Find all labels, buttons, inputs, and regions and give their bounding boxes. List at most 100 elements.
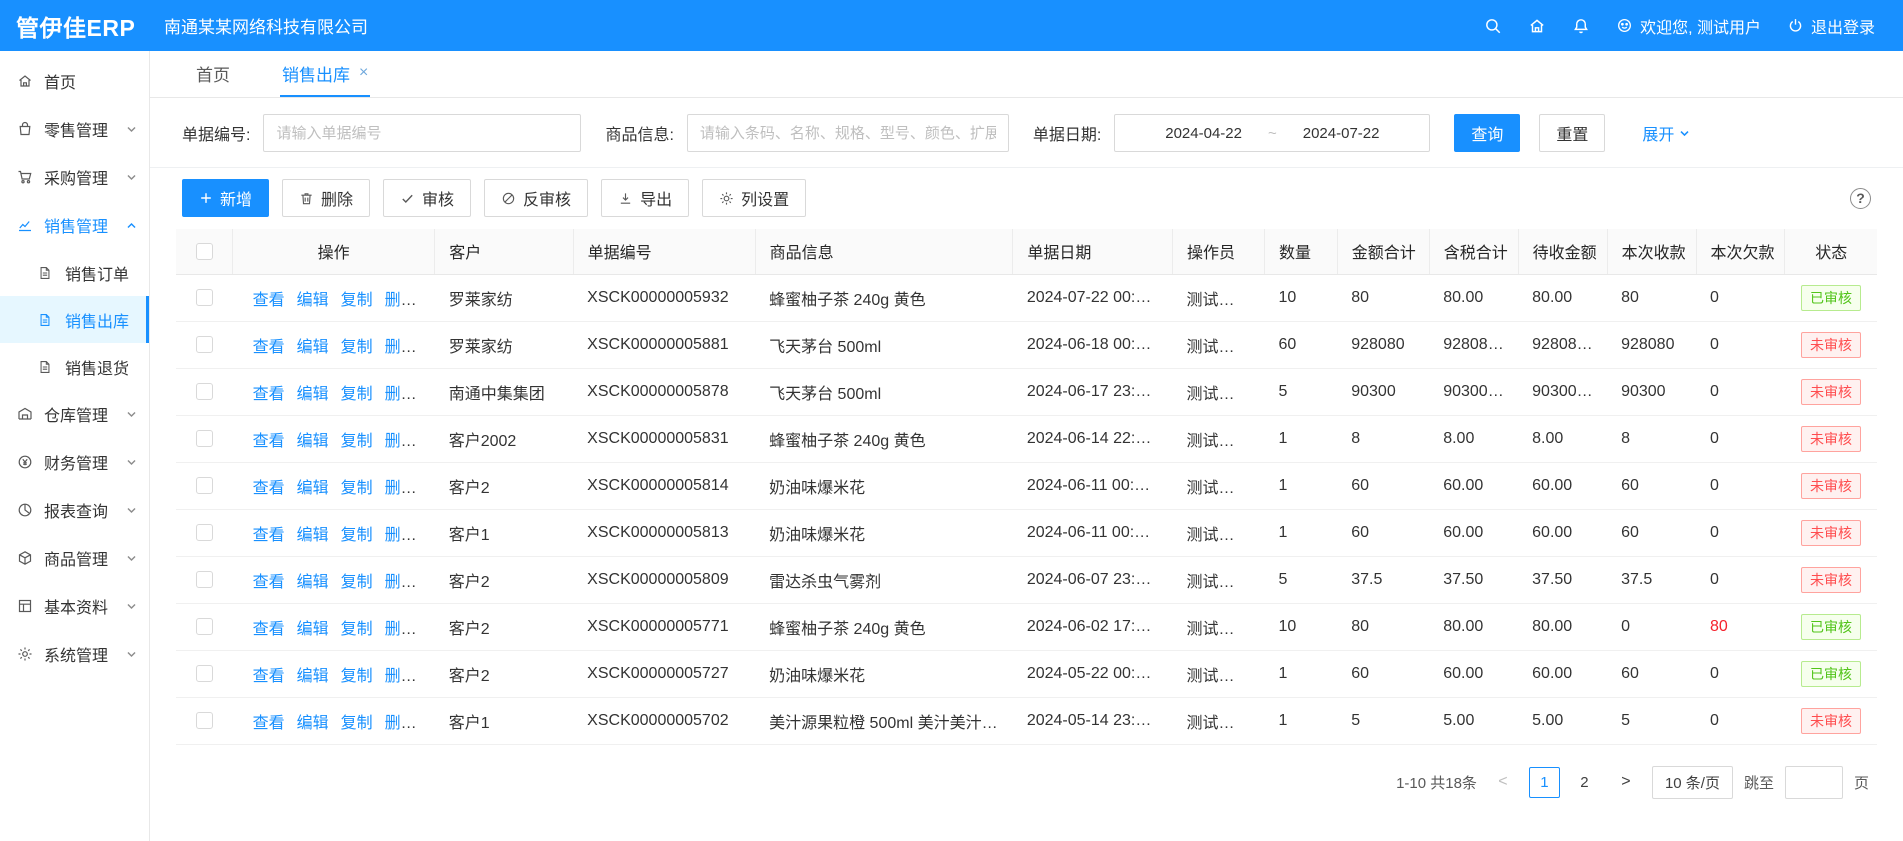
row-action-delete[interactable]: 删除	[385, 527, 417, 544]
row-action-delete[interactable]: 删除	[385, 621, 417, 638]
row-action-view[interactable]: 查看	[253, 574, 285, 591]
row-action-delete[interactable]: 删除	[385, 339, 417, 356]
system-icon	[17, 646, 35, 662]
cell-customer: 客户2	[435, 650, 573, 697]
row-checkbox[interactable]	[196, 618, 213, 635]
row-action-view[interactable]: 查看	[253, 292, 285, 309]
row-checkbox[interactable]	[196, 571, 213, 588]
column-header: 单据日期	[1013, 229, 1173, 274]
row-action-view[interactable]: 查看	[253, 339, 285, 356]
row-action-edit[interactable]: 编辑	[297, 715, 329, 732]
row-action-view[interactable]: 查看	[253, 480, 285, 497]
cell-date: 2024-06-18 00:01:00	[1013, 321, 1173, 368]
expand-link[interactable]: 展开	[1642, 121, 1690, 145]
row-action-copy[interactable]: 复制	[341, 480, 373, 497]
select-all-checkbox[interactable]	[196, 243, 213, 260]
row-action-edit[interactable]: 编辑	[297, 480, 329, 497]
sidebar-item-sales[interactable]: 销售管理	[0, 201, 149, 249]
row-action-copy[interactable]: 复制	[341, 574, 373, 591]
row-action-view[interactable]: 查看	[253, 715, 285, 732]
search-button[interactable]: 查询	[1454, 114, 1520, 152]
user-menu[interactable]: 欢迎您, 测试用户	[1616, 14, 1761, 38]
sidebar-item-sales-order[interactable]: 销售订单	[0, 249, 149, 296]
add-button[interactable]: 新增	[182, 179, 269, 217]
date-range-picker[interactable]: 2024-04-22 ~ 2024-07-22	[1114, 114, 1430, 152]
row-action-view[interactable]: 查看	[253, 386, 285, 403]
row-action-view[interactable]: 查看	[253, 668, 285, 685]
row-action-copy[interactable]: 复制	[341, 668, 373, 685]
row-action-copy[interactable]: 复制	[341, 339, 373, 356]
sidebar-item-sales-return[interactable]: 销售退货	[0, 343, 149, 390]
row-checkbox[interactable]	[196, 430, 213, 447]
row-action-edit[interactable]: 编辑	[297, 292, 329, 309]
row-checkbox[interactable]	[196, 289, 213, 306]
row-action-delete[interactable]: 删除	[385, 715, 417, 732]
row-action-edit[interactable]: 编辑	[297, 621, 329, 638]
row-action-edit[interactable]: 编辑	[297, 574, 329, 591]
page-button-2[interactable]: 2	[1569, 767, 1600, 798]
audit-button[interactable]: 审核	[383, 179, 471, 217]
row-action-view[interactable]: 查看	[253, 527, 285, 544]
tab-close-icon[interactable]: ×	[359, 65, 368, 81]
column-header: 操作员	[1173, 229, 1265, 274]
row-action-copy[interactable]: 复制	[341, 715, 373, 732]
row-action-copy[interactable]: 复制	[341, 433, 373, 450]
sidebar-item-sales-outbound[interactable]: 销售出库	[0, 296, 149, 343]
row-checkbox[interactable]	[196, 665, 213, 682]
row-action-delete[interactable]: 删除	[385, 668, 417, 685]
cell-qty: 1	[1264, 415, 1337, 462]
row-checkbox[interactable]	[196, 712, 213, 729]
row-action-edit[interactable]: 编辑	[297, 339, 329, 356]
row-checkbox[interactable]	[196, 477, 213, 494]
sidebar-item-system[interactable]: 系统管理	[0, 630, 149, 678]
next-page-button[interactable]: >	[1611, 767, 1641, 797]
sidebar-item-reports[interactable]: 报表查询	[0, 486, 149, 534]
bell-icon[interactable]	[1572, 17, 1590, 35]
sidebar-item-home[interactable]: 首页	[0, 57, 149, 105]
row-action-delete[interactable]: 删除	[385, 574, 417, 591]
row-checkbox[interactable]	[196, 336, 213, 353]
prev-page-button[interactable]: <	[1488, 767, 1518, 797]
tab-sales-outbound[interactable]: 销售出库×	[280, 51, 370, 97]
row-action-edit[interactable]: 编辑	[297, 527, 329, 544]
tab-home[interactable]: 首页	[194, 51, 232, 97]
app-logo: 管伊佳ERP	[0, 9, 150, 43]
page-size-select[interactable]: 10 条/页	[1652, 766, 1733, 799]
order-no-input[interactable]	[263, 114, 581, 152]
row-action-copy[interactable]: 复制	[341, 386, 373, 403]
row-action-copy[interactable]: 复制	[341, 527, 373, 544]
sidebar-item-basic-data[interactable]: 基本资料	[0, 582, 149, 630]
help-icon[interactable]: ?	[1850, 188, 1871, 209]
row-action-copy[interactable]: 复制	[341, 621, 373, 638]
column-settings-button[interactable]: 列设置	[702, 179, 806, 217]
row-action-delete[interactable]: 删除	[385, 433, 417, 450]
row-action-edit[interactable]: 编辑	[297, 433, 329, 450]
row-action-delete[interactable]: 删除	[385, 480, 417, 497]
unaudit-button[interactable]: 反审核	[484, 179, 588, 217]
cell-product: 雷达杀虫气雾剂	[755, 556, 1013, 603]
sidebar-item-finance[interactable]: 财务管理	[0, 438, 149, 486]
export-button[interactable]: 导出	[601, 179, 689, 217]
row-action-delete[interactable]: 删除	[385, 386, 417, 403]
reset-button[interactable]: 重置	[1539, 114, 1605, 152]
row-checkbox[interactable]	[196, 383, 213, 400]
row-checkbox[interactable]	[196, 524, 213, 541]
home-icon[interactable]	[1528, 17, 1546, 35]
jump-input[interactable]	[1785, 766, 1843, 799]
page-button-1[interactable]: 1	[1529, 767, 1560, 798]
logout-button[interactable]: 退出登录	[1787, 14, 1875, 38]
sidebar-item-purchase[interactable]: 采购管理	[0, 153, 149, 201]
row-action-delete[interactable]: 删除	[385, 292, 417, 309]
row-action-copy[interactable]: 复制	[341, 292, 373, 309]
row-action-view[interactable]: 查看	[253, 621, 285, 638]
sidebar-item-retail[interactable]: 零售管理	[0, 105, 149, 153]
product-input[interactable]	[687, 114, 1009, 152]
row-action-edit[interactable]: 编辑	[297, 386, 329, 403]
cell-amount: 80	[1337, 603, 1429, 650]
row-action-edit[interactable]: 编辑	[297, 668, 329, 685]
sidebar-item-products[interactable]: 商品管理	[0, 534, 149, 582]
search-icon[interactable]	[1484, 17, 1502, 35]
sidebar-item-warehouse[interactable]: 仓库管理	[0, 390, 149, 438]
row-action-view[interactable]: 查看	[253, 433, 285, 450]
delete-button[interactable]: 删除	[282, 179, 370, 217]
